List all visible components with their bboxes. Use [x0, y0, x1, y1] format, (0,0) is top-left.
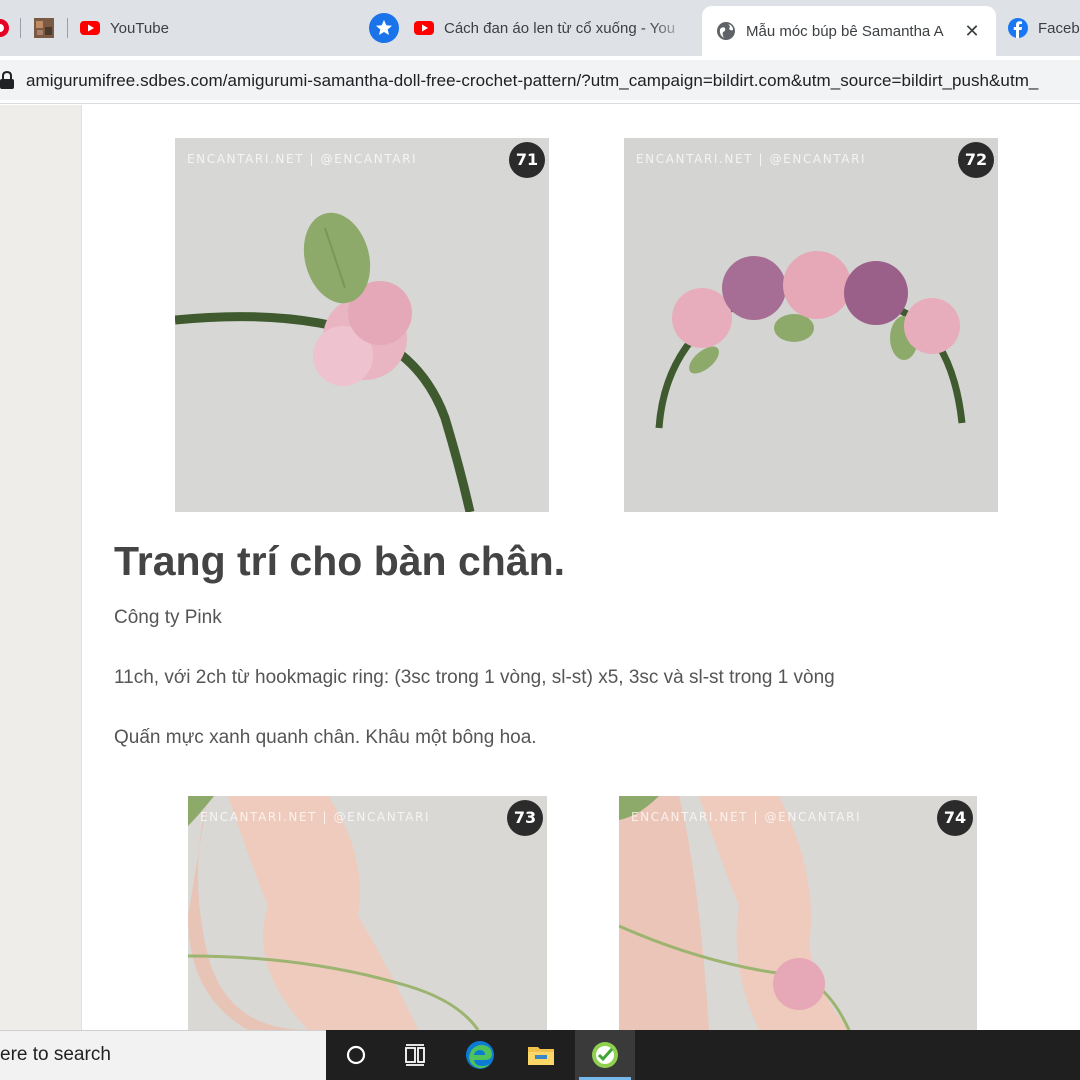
photo-step-73: ENCANTARI.NET | @ENCANTARI 73	[188, 796, 547, 1030]
cortana-icon	[346, 1045, 366, 1065]
tab-separator	[20, 18, 21, 38]
edge-button[interactable]	[450, 1030, 510, 1080]
windows-taskbar: ere to search	[0, 1030, 1080, 1080]
youtube-icon	[80, 21, 100, 35]
tab-youtube[interactable]: YouTube	[80, 6, 280, 50]
step-number-badge: 72	[958, 142, 994, 178]
tab-title: Mẫu móc búp bê Samantha A	[746, 22, 944, 40]
task-view-button-2[interactable]	[386, 1030, 446, 1080]
step-number-badge: 74	[937, 800, 973, 836]
tab-separator	[67, 18, 68, 38]
tab-youtube-knitting[interactable]: Cách đan áo len từ cổ xuống - You	[414, 6, 690, 50]
star-icon[interactable]	[369, 13, 399, 43]
task-view-icon	[405, 1044, 425, 1066]
photo-step-74: ENCANTARI.NET | @ENCANTARI 74	[619, 796, 977, 1030]
paragraph: Quấn mực xanh quanh chân. Khâu một bông …	[114, 727, 537, 748]
tab-title: Faceb	[1038, 19, 1080, 37]
file-explorer-button[interactable]	[511, 1030, 571, 1080]
tab-samantha-active[interactable]: Mẫu móc búp bê Samantha A ✕	[702, 6, 996, 56]
doll-legs-photo	[188, 796, 480, 1030]
paragraph: Công ty Pink	[114, 607, 222, 628]
photo-step-72: ENCANTARI.NET | @ENCANTARI 72	[624, 138, 998, 512]
tab-thumbnail[interactable]	[34, 6, 58, 50]
photo-step-71: ENCANTARI.NET | @ENCANTARI 71	[175, 138, 549, 512]
tab-facebook[interactable]: Faceb	[1008, 6, 1080, 50]
step-number-badge: 73	[507, 800, 543, 836]
globe-icon	[717, 22, 735, 40]
address-bar[interactable]: amigurumifree.sdbes.com/amigurumi-samant…	[0, 60, 1080, 100]
watermark: ENCANTARI.NET | @ENCANTARI	[200, 810, 431, 824]
facebook-icon	[1008, 18, 1028, 38]
close-tab-icon[interactable]: ✕	[960, 21, 984, 42]
paragraph: 11ch, với 2ch từ hookmagic ring: (3sc tr…	[114, 667, 835, 688]
section-heading: Trang trí cho bàn chân.	[114, 538, 566, 584]
active-app-button[interactable]	[575, 1030, 635, 1080]
left-sidebar	[0, 105, 82, 1030]
pinterest-icon	[0, 19, 9, 37]
doll-legs-flower-photo	[619, 796, 851, 1030]
file-explorer-icon	[528, 1047, 554, 1065]
thumbnail-icon	[34, 18, 54, 38]
app-icon	[592, 1042, 618, 1068]
watermark: ENCANTARI.NET | @ENCANTARI	[187, 152, 418, 166]
browser-toolbar: amigurumifree.sdbes.com/amigurumi-samant…	[0, 56, 1080, 104]
search-placeholder: ere to search	[0, 1044, 111, 1065]
tab-strip: YouTube Cách đan áo len từ cổ xuống - Yo…	[0, 0, 1080, 56]
youtube-icon	[414, 21, 434, 35]
tab-fade	[650, 6, 690, 50]
watermark: ENCANTARI.NET | @ENCANTARI	[636, 152, 867, 166]
edge-icon	[466, 1041, 494, 1069]
flower-leaf-photo	[175, 212, 475, 512]
step-number-badge: 71	[509, 142, 545, 178]
tab-pinterest[interactable]	[0, 6, 10, 50]
flower-crown-photo	[655, 251, 966, 429]
watermark: ENCANTARI.NET | @ENCANTARI	[631, 810, 862, 824]
tab-title: Cách đan áo len từ cổ xuống - You	[444, 19, 676, 37]
lock-icon[interactable]	[0, 71, 14, 89]
task-view-button[interactable]	[326, 1030, 386, 1080]
taskbar-search-box[interactable]: ere to search	[0, 1030, 326, 1080]
url-text[interactable]: amigurumifree.sdbes.com/amigurumi-samant…	[26, 71, 1038, 91]
tab-title: YouTube	[110, 19, 169, 37]
